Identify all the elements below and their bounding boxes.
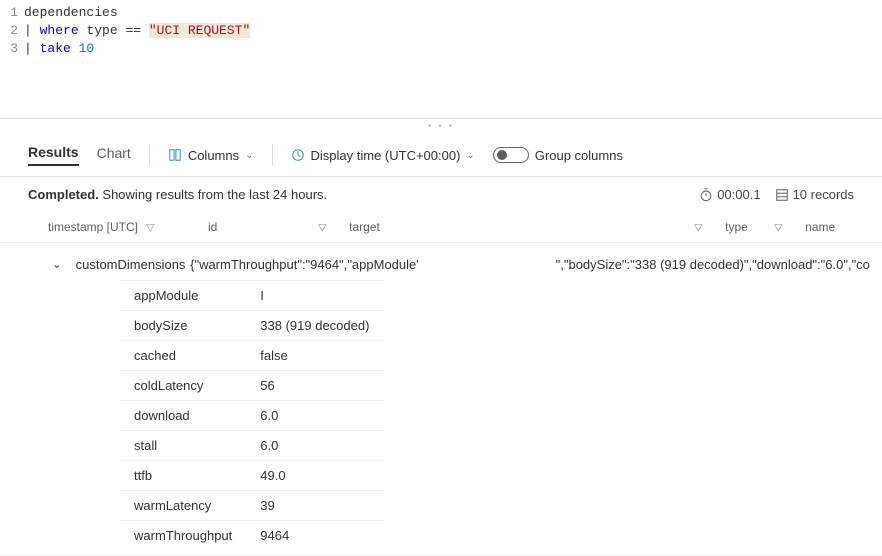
col-id[interactable]: id (208, 220, 217, 234)
line-number: 1 (0, 4, 24, 22)
row-key: customDimensions (66, 257, 191, 272)
kv-value: 49.0 (246, 461, 383, 491)
kv-key: ttfb (120, 461, 246, 491)
kv-row: warmThroughput9464 (120, 521, 383, 554)
row-value-left: {"warmThroughput":"9464","appModule":"I (190, 257, 419, 272)
col-timestamp[interactable]: timestamp [UTC] (48, 220, 138, 234)
resize-handle-icon[interactable]: • • • (0, 119, 882, 134)
record-count: 10 records (775, 187, 854, 202)
records-icon (775, 188, 789, 202)
columns-icon (168, 148, 182, 162)
kv-key: download (120, 401, 246, 431)
row-header[interactable]: ⌄ customDimensions {"warmThroughput":"94… (0, 249, 882, 280)
kv-key: bodySize (120, 311, 246, 341)
divider (149, 144, 150, 166)
display-time-label: Display time (UTC+00:00) (311, 148, 461, 163)
row-value-right: ","bodySize":"338 (919 decoded)","downlo… (556, 257, 870, 272)
columns-button[interactable]: Columns ⌄ (168, 148, 254, 163)
column-headers: timestamp [UTC] id target type name (0, 212, 882, 243)
kv-value: false (246, 341, 383, 371)
kv-row: download6.0 (120, 401, 383, 431)
kv-key: cached (120, 341, 246, 371)
columns-label: Columns (188, 148, 239, 163)
filter-icon[interactable] (774, 220, 782, 234)
code-line-1: 1 dependencies (0, 4, 882, 22)
kv-key: warmLatency (120, 491, 246, 521)
filter-icon[interactable] (146, 220, 154, 234)
kv-value: I (246, 281, 383, 311)
kv-key: appModule (120, 281, 246, 311)
table-row: ⌄ customDimensions {"warmThroughput":"94… (0, 243, 882, 556)
col-name[interactable]: name (805, 220, 835, 234)
code-line-3: 3 | take 10 (0, 40, 882, 58)
chevron-down-icon: ⌄ (245, 150, 253, 161)
expand-chevron-icon[interactable]: ⌄ (48, 258, 66, 271)
filter-icon[interactable] (694, 220, 702, 234)
group-columns-label: Group columns (535, 148, 623, 163)
kv-value: 56 (246, 371, 383, 401)
kv-row: bodySize338 (919 decoded) (120, 311, 383, 341)
status-bar: Completed. Showing results from the last… (0, 177, 882, 212)
kv-key: stall (120, 431, 246, 461)
kv-row: coldLatency56 (120, 371, 383, 401)
col-target[interactable]: target (349, 220, 380, 234)
kv-row: appModuleI (120, 281, 383, 311)
kv-row: warmLatency39 (120, 491, 383, 521)
kv-row: cachedfalse (120, 341, 383, 371)
toggle-switch[interactable] (493, 147, 529, 163)
kv-key: warmThroughput (120, 521, 246, 554)
kv-row: ttfb49.0 (120, 461, 383, 491)
stopwatch-icon (699, 188, 713, 202)
kv-value: 39 (246, 491, 383, 521)
kv-value: 6.0 (246, 431, 383, 461)
kv-value: 6.0 (246, 401, 383, 431)
status-message: Completed. Showing results from the last… (28, 187, 327, 202)
display-time-button[interactable]: Display time (UTC+00:00) ⌄ (291, 148, 475, 163)
kv-value: 338 (919 decoded) (246, 311, 383, 341)
query-editor[interactable]: 1 dependencies 2 | where type == "UCI RE… (0, 0, 882, 119)
tab-results[interactable]: Results (28, 144, 79, 166)
results-toolbar: Results Chart Columns ⌄ Display time (UT… (0, 134, 882, 177)
filter-icon[interactable] (318, 220, 326, 234)
kv-key: coldLatency (120, 371, 246, 401)
col-type[interactable]: type (725, 220, 748, 234)
group-columns-toggle[interactable]: Group columns (493, 147, 623, 163)
kv-value: 9464 (246, 521, 383, 554)
clock-icon (291, 148, 305, 162)
code-line-2: 2 | where type == "UCI REQUEST" (0, 22, 882, 40)
elapsed-time: 00:00.1 (699, 187, 760, 202)
tab-chart[interactable]: Chart (97, 145, 131, 165)
divider (272, 144, 273, 166)
line-number: 2 (0, 22, 24, 40)
custom-dimensions-table: appModuleIbodySize338 (919 decoded)cache… (120, 280, 383, 553)
kv-row: stall6.0 (120, 431, 383, 461)
chevron-down-icon: ⌄ (466, 150, 474, 161)
line-number: 3 (0, 40, 24, 58)
